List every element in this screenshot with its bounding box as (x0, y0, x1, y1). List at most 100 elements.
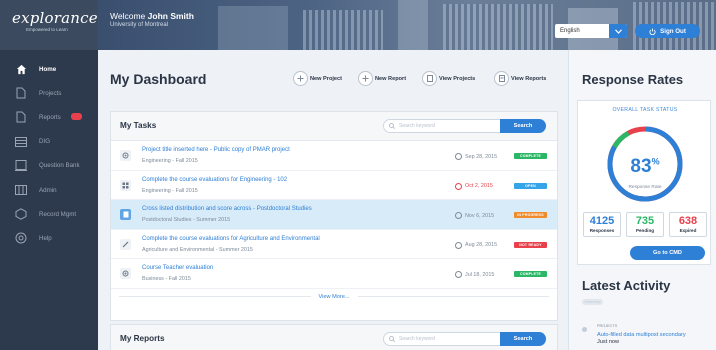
logo[interactable]: explorance Empowered to Learn (0, 0, 98, 50)
admin-icon (15, 184, 27, 196)
sidebar-item-question-bank[interactable]: Question Bank (0, 154, 98, 178)
panel-header: My Reports Search keyword Search (111, 325, 557, 350)
task-search: Search keyword Search (383, 119, 546, 133)
status-badge: OPEN (514, 182, 547, 189)
edit-icon (120, 238, 131, 250)
stat-expired: 638 Expired (669, 212, 707, 237)
record-mgmt-icon (15, 208, 27, 220)
percent-symbol: % (651, 156, 660, 167)
task-meta: Agriculture and Environmental - Summer 2… (142, 246, 253, 253)
right-panel: Response Rates OVERALL TASK STATUS 83% R… (568, 50, 716, 350)
sidebar: explorance Empowered to Learn Home Proje… (0, 0, 98, 350)
task-row[interactable]: Project title inserted here - Public cop… (111, 141, 557, 171)
report-icon (494, 71, 509, 86)
task-row[interactable]: Complete the course evaluations for Engi… (111, 171, 557, 200)
view-projects-button[interactable]: View Projects (422, 71, 475, 86)
view-reports-label: View Reports (511, 75, 547, 82)
sign-out-button[interactable]: Sign Out (635, 24, 700, 38)
my-reports-panel: My Reports Search keyword Search (110, 324, 558, 350)
sidebar-item-label: DIG (39, 138, 51, 146)
latest-activity-title: Latest Activity (582, 278, 671, 293)
header-building-graphic (303, 10, 383, 50)
task-title-link[interactable]: Project title inserted here - Public cop… (142, 147, 290, 153)
welcome-message: Welcome John Smith (110, 11, 194, 21)
stat-responses: 4125 Responses (583, 212, 621, 237)
my-tasks-panel: My Tasks Search keyword Search Project t… (110, 111, 558, 321)
chevron-down-icon[interactable] (609, 24, 627, 38)
grid-icon (120, 179, 131, 191)
document-icon (120, 209, 131, 220)
sidebar-item-dig[interactable]: DIG (0, 130, 98, 154)
activity-type: PROJECTS (597, 324, 618, 328)
page-title: My Dashboard (110, 71, 207, 87)
task-meta: Engineering - Fall 2015 (142, 187, 198, 194)
view-reports-button[interactable]: View Reports (494, 71, 546, 86)
sidebar-item-label: Question Bank (39, 162, 80, 170)
sidebar-item-label: Help (39, 234, 52, 242)
task-due-date: Nov 6, 2015 (455, 212, 494, 219)
task-title-link[interactable]: Cross listed distribution and score acro… (142, 206, 312, 212)
target-icon (120, 268, 131, 279)
task-search-input[interactable]: Search keyword (383, 119, 500, 133)
language-select[interactable]: English (555, 24, 627, 38)
sidebar-item-home[interactable]: Home (0, 57, 98, 81)
top-header: Welcome John Smith University of Montrea… (98, 0, 716, 50)
panel-header: My Tasks Search keyword Search (111, 112, 557, 141)
task-date-text: Aug 28, 2015 (465, 242, 498, 248)
power-icon (649, 27, 656, 35)
task-due-date: Sep 28, 2015 (455, 153, 497, 160)
activity-date-chip: Yesterday (582, 299, 603, 305)
status-badge: IN PROGRESS (514, 212, 547, 218)
view-projects-label: View Projects (439, 75, 476, 82)
sidebar-item-record-mgmt[interactable]: Record Mgmt (0, 202, 98, 226)
header-building-graphic (218, 6, 288, 50)
go-to-cmd-button[interactable]: Go to CMD (630, 246, 705, 260)
report-search-button[interactable]: Search (500, 332, 546, 346)
clock-icon (455, 271, 462, 278)
task-row[interactable]: Course Teacher evaluation Business - Fal… (111, 259, 557, 289)
task-due-date: Aug 28, 2015 (455, 241, 498, 249)
task-date-text: Nov 6, 2015 (465, 212, 495, 219)
response-rates-title: Response Rates (582, 72, 684, 87)
view-more-link[interactable]: View More... (111, 289, 557, 305)
task-row[interactable]: Cross listed distribution and score acro… (111, 200, 557, 230)
new-project-button[interactable]: New Project (293, 71, 342, 86)
header-building-graphic (398, 0, 428, 50)
sidebar-item-label: Record Mgmt (39, 210, 77, 218)
sidebar-item-admin[interactable]: Admin (0, 178, 98, 202)
stat-value: 4125 (589, 215, 615, 227)
stat-label: Pending (635, 228, 655, 233)
sidebar-item-label: Admin (39, 186, 57, 194)
sidebar-item-reports[interactable]: Reports (0, 105, 98, 129)
task-meta: Engineering - Fall 2015 (142, 158, 198, 164)
task-meta: Business - Fall 2015 (142, 276, 191, 282)
header-building-graphic (443, 4, 553, 50)
sidebar-item-label: Projects (39, 89, 62, 97)
status-badge: NOT READY (514, 241, 547, 248)
activity-link[interactable]: Auto-filled data multipost secondary (597, 332, 686, 338)
task-date-text: Jul 18, 2015 (465, 271, 495, 278)
new-project-label: New Project (310, 75, 343, 82)
search-placeholder: Search keyword (399, 123, 435, 129)
task-title-link[interactable]: Complete the course evaluations for Engi… (142, 177, 287, 183)
panel-title: My Tasks (120, 121, 157, 130)
welcome-prefix: Welcome (110, 11, 146, 21)
sidebar-item-help[interactable]: Help (0, 226, 98, 250)
sidebar-item-label: Home (39, 65, 57, 73)
task-search-button[interactable]: Search (500, 119, 546, 133)
stat-label: Responses (589, 228, 615, 233)
task-title-link[interactable]: Course Teacher evaluation (142, 265, 213, 271)
notification-badge (71, 113, 82, 121)
stat-label: Expired (679, 228, 697, 233)
task-row[interactable]: Complete the course evaluations for Agri… (111, 230, 557, 259)
settings-icon (120, 150, 131, 161)
sidebar-item-projects[interactable]: Projects (0, 81, 98, 105)
report-search-input[interactable]: Search keyword (383, 332, 500, 346)
plus-icon (293, 71, 308, 86)
task-title-link[interactable]: Complete the course evaluations for Agri… (142, 236, 320, 242)
percent-value: 83 (630, 156, 652, 177)
clock-icon (455, 241, 462, 249)
sidebar-item-label: Reports (39, 113, 61, 121)
new-report-button[interactable]: New Report (358, 71, 406, 86)
report-search: Search keyword Search (383, 332, 546, 346)
